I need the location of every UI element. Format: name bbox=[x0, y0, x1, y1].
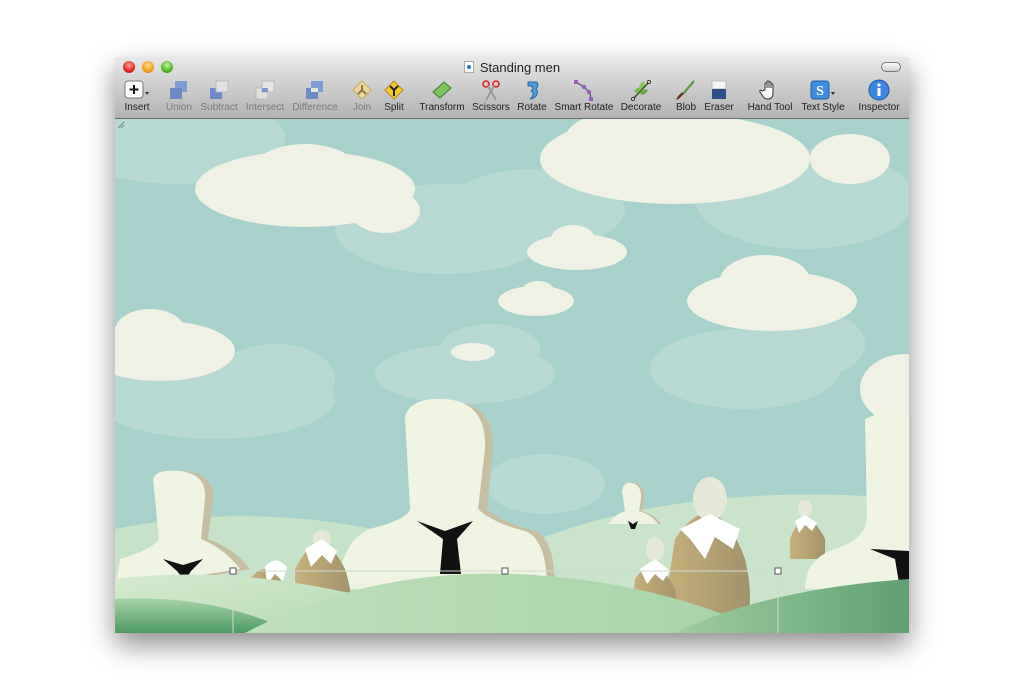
window-title: Standing men bbox=[115, 60, 909, 75]
smart-rotate-icon bbox=[574, 80, 593, 101]
scissors-button[interactable]: Scissors bbox=[472, 78, 510, 116]
hand-tool-button[interactable]: Hand Tool bbox=[748, 78, 792, 116]
title-bar: Standing men Insert Union Subtract Inter… bbox=[115, 57, 909, 119]
toolbar: Insert Union Subtract Intersect Differen… bbox=[115, 78, 909, 116]
info-icon bbox=[868, 79, 890, 101]
difference-button[interactable]: Difference bbox=[292, 78, 338, 116]
hand-icon bbox=[759, 80, 774, 100]
rotate-icon bbox=[527, 81, 539, 100]
svg-text:S: S bbox=[816, 84, 824, 99]
intersect-button[interactable]: Intersect bbox=[246, 78, 284, 116]
text-style-icon: S bbox=[810, 80, 835, 100]
smart-rotate-label: Smart Rotate bbox=[554, 102, 614, 113]
smart-rotate-button[interactable]: Smart Rotate bbox=[555, 78, 613, 116]
drawing-canvas[interactable] bbox=[115, 119, 909, 633]
selection-handle[interactable] bbox=[774, 567, 782, 575]
difference-icon bbox=[306, 81, 323, 99]
illustration bbox=[115, 119, 909, 633]
subtract-icon bbox=[210, 80, 229, 99]
rotate-button[interactable]: Rotate bbox=[517, 78, 547, 116]
eraser-icon bbox=[711, 80, 727, 99]
inspector-label: Inspector bbox=[858, 102, 900, 113]
subtract-button[interactable]: Subtract bbox=[200, 78, 238, 116]
transform-icon bbox=[432, 81, 452, 99]
text-style-button[interactable]: S Text Style bbox=[801, 78, 845, 116]
scissors-icon bbox=[482, 80, 500, 101]
decorate-icon bbox=[631, 80, 651, 101]
decorate-button[interactable]: Decorate bbox=[621, 78, 661, 116]
split-icon bbox=[384, 80, 404, 100]
text-style-label: Text Style bbox=[801, 102, 845, 113]
transform-button[interactable]: Transform bbox=[419, 78, 465, 116]
inspector-button[interactable]: Inspector bbox=[858, 78, 900, 116]
intersect-icon bbox=[255, 80, 275, 100]
union-icon bbox=[170, 81, 187, 99]
selection-handle[interactable] bbox=[229, 567, 237, 575]
plus-icon bbox=[124, 80, 149, 99]
document-icon bbox=[463, 61, 474, 73]
app-window: Standing men Insert Union Subtract Inter… bbox=[115, 57, 909, 633]
eraser-button[interactable]: Eraser bbox=[704, 78, 734, 116]
toolbar-toggle-button[interactable] bbox=[881, 62, 901, 72]
split-button[interactable]: Split bbox=[383, 78, 405, 116]
window-title-text: Standing men bbox=[479, 60, 561, 75]
selection-handle[interactable] bbox=[501, 567, 509, 575]
brush-icon bbox=[675, 80, 695, 100]
join-icon bbox=[352, 80, 372, 100]
resize-grip-icon[interactable] bbox=[115, 119, 125, 129]
